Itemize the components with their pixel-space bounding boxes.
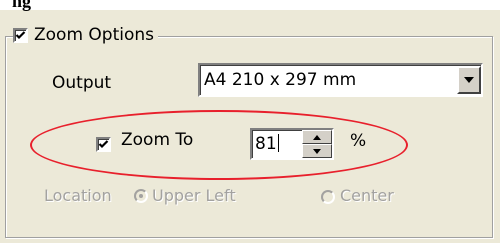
zoom-value-spinner[interactable]: 81 (250, 128, 334, 160)
top-strip: ng (0, 0, 500, 11)
spin-buttons (302, 130, 332, 158)
text-caret (277, 134, 279, 152)
zoom-value-text: 81 (255, 134, 277, 154)
zoom-to-checkbox[interactable] (96, 137, 111, 152)
spin-up-button[interactable] (302, 130, 332, 144)
center-label: Center (340, 186, 394, 205)
zoom-to-label: Zoom To (121, 130, 194, 150)
output-select[interactable]: A4 210 x 297 mm (198, 63, 483, 97)
header-partial-text: ng (12, 0, 32, 11)
zoom-options-legend: Zoom Options (13, 22, 159, 48)
zoom-value-input[interactable]: 81 (252, 134, 302, 154)
center-radio[interactable] (321, 190, 335, 204)
radio-selected-dot (139, 194, 143, 198)
location-label: Location (44, 186, 112, 205)
percent-unit: % (350, 131, 367, 151)
upper-left-radio[interactable] (134, 189, 148, 203)
output-label: Output (52, 73, 112, 93)
checkmark-icon (15, 30, 26, 39)
upper-left-label: Upper Left (152, 186, 236, 205)
dropdown-arrow-icon (464, 77, 474, 83)
spin-down-button[interactable] (302, 144, 332, 158)
zoom-options-label: Zoom Options (34, 25, 155, 45)
spin-down-icon (313, 148, 321, 154)
spin-up-icon (313, 134, 321, 140)
zoom-options-checkbox[interactable] (13, 27, 28, 43)
checkmark-icon (98, 140, 109, 149)
output-select-value: A4 210 x 297 mm (204, 70, 357, 90)
output-dropdown-button[interactable] (457, 66, 481, 94)
